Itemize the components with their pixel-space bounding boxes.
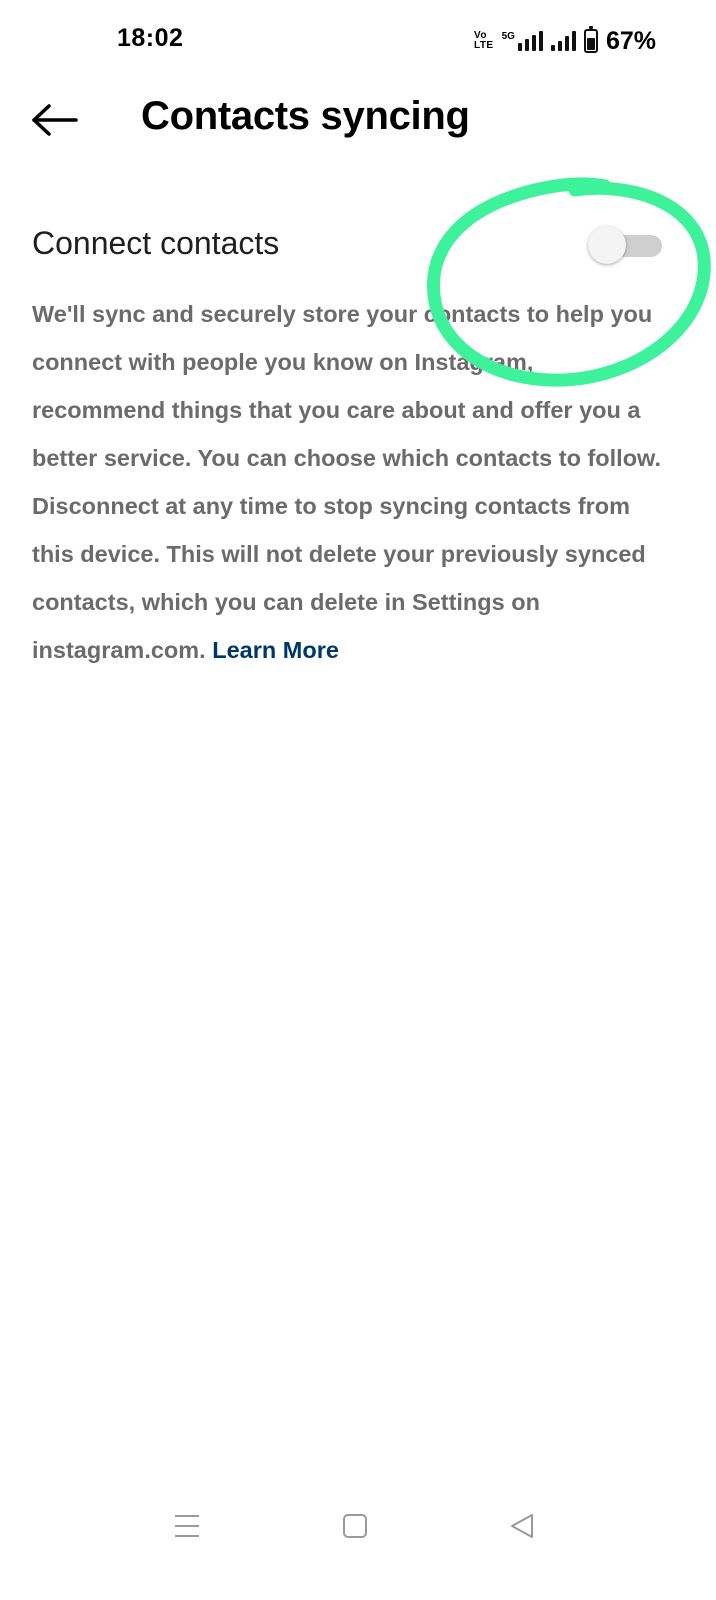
back-button[interactable]: [28, 98, 82, 142]
home-square-icon: [343, 1514, 367, 1538]
status-time: 18:02: [117, 24, 184, 52]
network-type-label: 5G: [501, 31, 515, 42]
system-nav-bar: [0, 1490, 716, 1560]
menu-icon: [175, 1515, 199, 1537]
battery-percent: 67%: [605, 26, 656, 55]
system-back-button[interactable]: [502, 1508, 542, 1544]
back-triangle-icon: [511, 1514, 533, 1538]
contacts-sync-description: We'll sync and securely store your conta…: [32, 290, 662, 674]
page-title: Contacts syncing: [141, 94, 470, 138]
connect-contacts-label: Connect contacts: [32, 225, 280, 261]
learn-more-link[interactable]: Learn More: [212, 637, 339, 663]
signal-5g-icon: 5G: [502, 31, 543, 51]
signal-bars-icon: [550, 31, 576, 51]
battery-icon: [583, 26, 598, 53]
arrow-left-icon: [32, 104, 78, 136]
status-icons: Vo LTE 5G 67%: [474, 26, 656, 56]
app-header: Contacts syncing: [0, 84, 716, 156]
status-bar: 18:02 Vo LTE 5G 67%: [0, 0, 716, 84]
toggle-thumb: [588, 226, 626, 264]
recents-button[interactable]: [167, 1508, 207, 1544]
description-text: We'll sync and securely store your conta…: [32, 301, 661, 663]
connect-contacts-row: Connect contacts: [0, 205, 716, 285]
home-button[interactable]: [335, 1508, 375, 1544]
volte-icon: Vo LTE: [473, 30, 494, 51]
connect-contacts-toggle[interactable]: [588, 225, 664, 265]
